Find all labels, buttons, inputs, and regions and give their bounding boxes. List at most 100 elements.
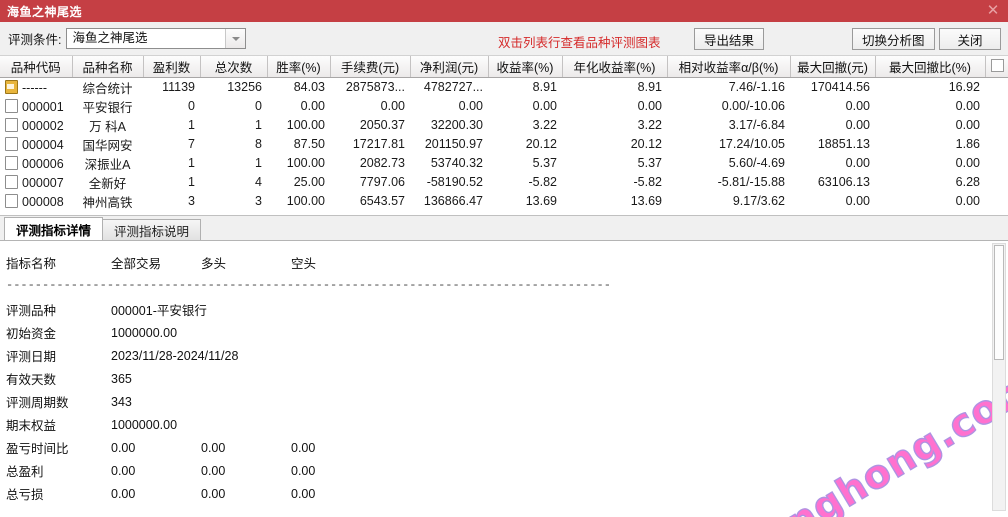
document-icon[interactable]	[5, 136, 18, 151]
table-row[interactable]: ------ 综合统计 11139 13256 84.03 2875873... 47827…	[0, 77, 1008, 97]
table-row[interactable]: 000002 万 科A 1 1 100.00 2050.37 32200.30 3.22 3.2…	[0, 116, 1008, 135]
column-header-annual-return[interactable]: 年化收益率(%)	[562, 56, 668, 78]
detail-row-long: 0.00	[201, 463, 226, 478]
column-header-max-drawdown[interactable]: 最大回撤(元)	[790, 56, 876, 78]
table-row[interactable]: 000001 平安银行 0 0 0.00 0.00 0.00 0.00 0.00 0.00/-10…	[0, 97, 1008, 116]
column-header-code[interactable]: 品种代码	[0, 56, 73, 78]
detail-row-short: 0.00	[291, 440, 316, 455]
cell-relative-return: 5.60/-4.69	[728, 156, 785, 170]
cell-fee: 0.00	[380, 99, 405, 113]
close-icon[interactable]: ✕	[984, 1, 1002, 19]
detail-row-all: 2023/11/28-2024/11/28	[111, 348, 239, 363]
results-table-body: ------ 综合统计 11139 13256 84.03 2875873... 47827…	[0, 77, 1008, 211]
cell-max-drawdown: 0.00	[845, 99, 870, 113]
cell-relative-return: 7.46/-1.16	[728, 80, 785, 94]
detail-row-long: 0.00	[201, 486, 226, 501]
cell-spacer	[985, 97, 1008, 116]
document-icon[interactable]	[5, 193, 18, 208]
detail-scrollbar-thumb[interactable]	[994, 245, 1004, 360]
document-icon[interactable]	[5, 98, 18, 113]
document-icon[interactable]	[5, 174, 18, 189]
cell-win-rate: 0.00	[300, 99, 325, 113]
column-header-max-drawdown-pct[interactable]: 最大回撤比(%)	[875, 56, 986, 78]
column-header-fee[interactable]: 手续费(元)	[330, 56, 411, 78]
cell-name: 神州高铁	[82, 195, 133, 210]
cell-max-drawdown-pct: 6.28	[955, 175, 980, 189]
condition-label: 评测条件:	[8, 33, 62, 47]
table-row[interactable]: 000008 神州高铁 3 3 100.00 6543.57 136866.47 13.69 1…	[0, 192, 1008, 211]
cell-max-drawdown-pct: 0.00	[955, 99, 980, 113]
column-header-net-profit[interactable]: 净利润(元)	[410, 56, 489, 78]
detail-scrollbar[interactable]	[992, 243, 1006, 511]
cell-fee: 7797.06	[359, 175, 405, 189]
chevron-down-icon[interactable]	[225, 29, 246, 48]
cell-net-profit: 201150.97	[424, 137, 483, 151]
cell-net-profit: 4782727...	[423, 80, 483, 94]
detail-row: 评测品种 000001-平安银行	[6, 298, 1008, 321]
column-header-win-rate[interactable]: 胜率(%)	[267, 56, 331, 78]
evaluation-window: 海鱼之神尾选 ✕ 评测条件: 海鱼之神尾选 双击列表行查看品种评测图表 导出结果…	[0, 0, 1008, 517]
document-icon[interactable]	[5, 155, 18, 170]
cell-net-profit: 53740.32	[430, 156, 483, 170]
cell-max-drawdown: 0.00	[845, 156, 870, 170]
column-header-return-rate[interactable]: 收益率(%)	[488, 56, 563, 78]
condition-select[interactable]: 海鱼之神尾选	[66, 28, 247, 49]
cell-max-drawdown-pct: 1.86	[955, 137, 980, 151]
column-header-total-count[interactable]: 总次数	[200, 56, 268, 78]
cell-name: 综合统计	[82, 81, 133, 96]
table-row[interactable]: 000006 深振业A 1 1 100.00 2082.73 53740.32 5.37 5.3…	[0, 154, 1008, 173]
detail-row-all: 0.00	[111, 486, 136, 501]
column-header-name[interactable]: 品种名称	[72, 56, 144, 78]
cell-code-text: 000006	[22, 156, 64, 171]
close-button[interactable]: 关闭	[939, 28, 1001, 50]
cell-code-text: 000008	[22, 194, 64, 209]
cell-code-text: ------	[22, 80, 47, 95]
cell-annual-return: 20.12	[630, 137, 662, 151]
cell-net-profit: 136866.47	[423, 194, 483, 208]
cell-win-count: 1	[188, 118, 195, 132]
cell-code: 000002	[0, 116, 72, 135]
column-header-relative-return[interactable]: 相对收益率α/β(%)	[667, 56, 791, 78]
cell-spacer	[985, 77, 1008, 97]
cell-max-drawdown-pct: 0.00	[955, 194, 980, 208]
detail-rows: 评测品种 000001-平安银行 初始资金 1000000.00 评测日期 2023/11…	[6, 298, 1008, 505]
cell-max-drawdown: 170414.56	[810, 80, 870, 94]
table-row[interactable]: 000007 全新好 1 4 25.00 7797.06 -58190.52 -5.82 -5.…	[0, 173, 1008, 192]
cell-max-drawdown-pct: 0.00	[955, 118, 980, 132]
cell-net-profit: 32200.30	[430, 118, 483, 132]
condition-select-value: 海鱼之神尾选	[72, 31, 148, 45]
export-results-button[interactable]: 导出结果	[694, 28, 765, 50]
document-icon[interactable]	[5, 117, 18, 132]
cell-total-count: 3	[255, 194, 262, 208]
cell-win-count: 11139	[162, 80, 195, 94]
cell-return-rate: 20.12	[525, 137, 557, 151]
cell-fee: 17217.81	[352, 137, 405, 151]
cell-relative-return: 9.17/3.62	[732, 194, 785, 208]
column-header-win-count[interactable]: 盈利数	[143, 56, 201, 78]
switch-analysis-chart-button[interactable]: 切换分析图	[852, 28, 935, 50]
table-row[interactable]: 000004 国华网安 7 8 87.50 17217.81 201150.97 20.12 2…	[0, 135, 1008, 154]
cell-relative-return: 3.17/-6.84	[728, 118, 785, 132]
cell-code: 000004	[0, 135, 72, 154]
detail-row-name: 评测日期	[6, 350, 57, 364]
detail-row: 有效天数 365	[6, 367, 1008, 390]
cell-return-rate: -5.82	[528, 175, 558, 189]
tab-metric-description[interactable]: 评测指标说明	[102, 219, 202, 240]
cell-code: 000008	[0, 192, 72, 211]
detail-tabstrip: 评测指标详情 评测指标说明	[0, 216, 1008, 241]
cell-spacer	[985, 135, 1008, 154]
cell-return-rate: 8.91	[532, 80, 557, 94]
tab-metric-detail[interactable]: 评测指标详情	[4, 217, 104, 240]
column-chooser-button[interactable]	[991, 59, 1004, 72]
detail-pane: www.gushichanghong.com 指标名称 全部交易 多头 空头 -…	[0, 241, 1008, 517]
cell-max-drawdown: 18851.13	[817, 137, 870, 151]
cell-code: 000001	[0, 97, 72, 116]
folder-icon[interactable]	[5, 79, 18, 94]
detail-row-long: 0.00	[201, 440, 226, 455]
cell-max-drawdown: 0.00	[845, 118, 870, 132]
detail-row: 盈亏时间比 0.00 0.00 0.00	[6, 436, 1008, 459]
cell-win-rate: 87.50	[293, 137, 325, 151]
table-header-row: 品种代码 品种名称 盈利数 总次数 胜率(%) 手续费(元) 净利润(元) 收益…	[0, 56, 1008, 78]
detail-header-row: 指标名称 全部交易 多头 空头	[6, 251, 1008, 274]
detail-row-name: 有效天数	[6, 373, 57, 387]
